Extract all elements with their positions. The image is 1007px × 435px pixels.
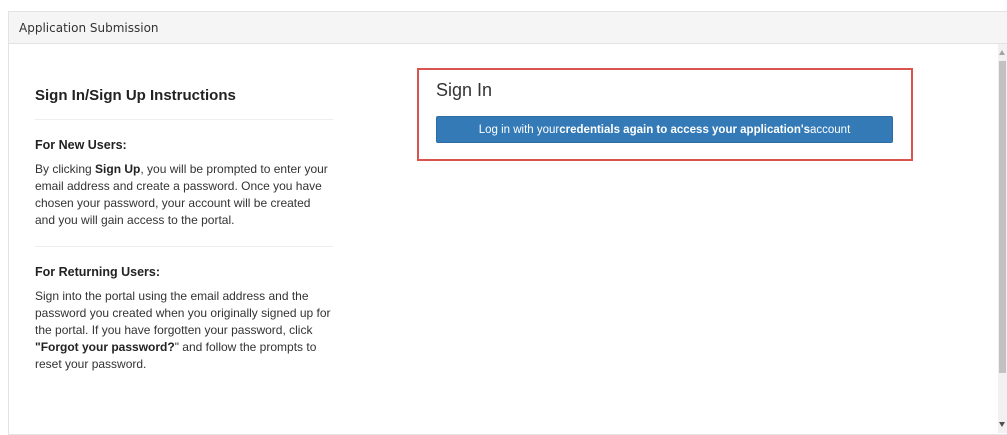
log-in-button-bold: credentials again to access your applica… xyxy=(559,123,810,136)
log-in-button[interactable]: Log in with your credentials again to ac… xyxy=(436,116,893,143)
returning-users-text-part-1: Sign into the portal using the email add… xyxy=(35,289,331,337)
new-users-heading: For New Users: xyxy=(35,138,127,152)
log-in-button-prefix: Log in with your xyxy=(478,123,560,136)
scroll-thumb[interactable] xyxy=(999,61,1006,373)
returning-users-text: Sign into the portal using the email add… xyxy=(35,288,333,373)
application-submission-panel: Application Submission Sign In/Sign Up I… xyxy=(8,11,1007,435)
instructions-column: Sign In/Sign Up Instructions For New Use… xyxy=(35,87,333,373)
scroll-up-arrow-icon[interactable] xyxy=(999,50,1005,55)
sign-in-title: Sign In xyxy=(436,80,493,100)
panel-header: Application Submission xyxy=(9,12,1007,44)
scroll-down-arrow-icon[interactable] xyxy=(999,422,1005,427)
sign-up-emphasis: Sign Up xyxy=(95,162,141,176)
panel-title: Application Submission xyxy=(19,20,159,35)
forgot-password-emphasis: "Forgot your password? xyxy=(35,340,175,354)
section-divider xyxy=(35,246,333,247)
sign-in-highlight-box: Sign In Log in with your credentials aga… xyxy=(417,68,913,161)
new-users-text: By clicking Sign Up, you will be prompte… xyxy=(35,161,333,229)
vertical-scrollbar[interactable] xyxy=(998,44,1007,433)
log-in-button-suffix: account xyxy=(809,123,851,136)
instructions-title: Sign In/Sign Up Instructions xyxy=(35,87,333,120)
returning-users-heading: For Returning Users: xyxy=(35,265,161,279)
new-users-text-part-1: By clicking xyxy=(35,162,96,176)
